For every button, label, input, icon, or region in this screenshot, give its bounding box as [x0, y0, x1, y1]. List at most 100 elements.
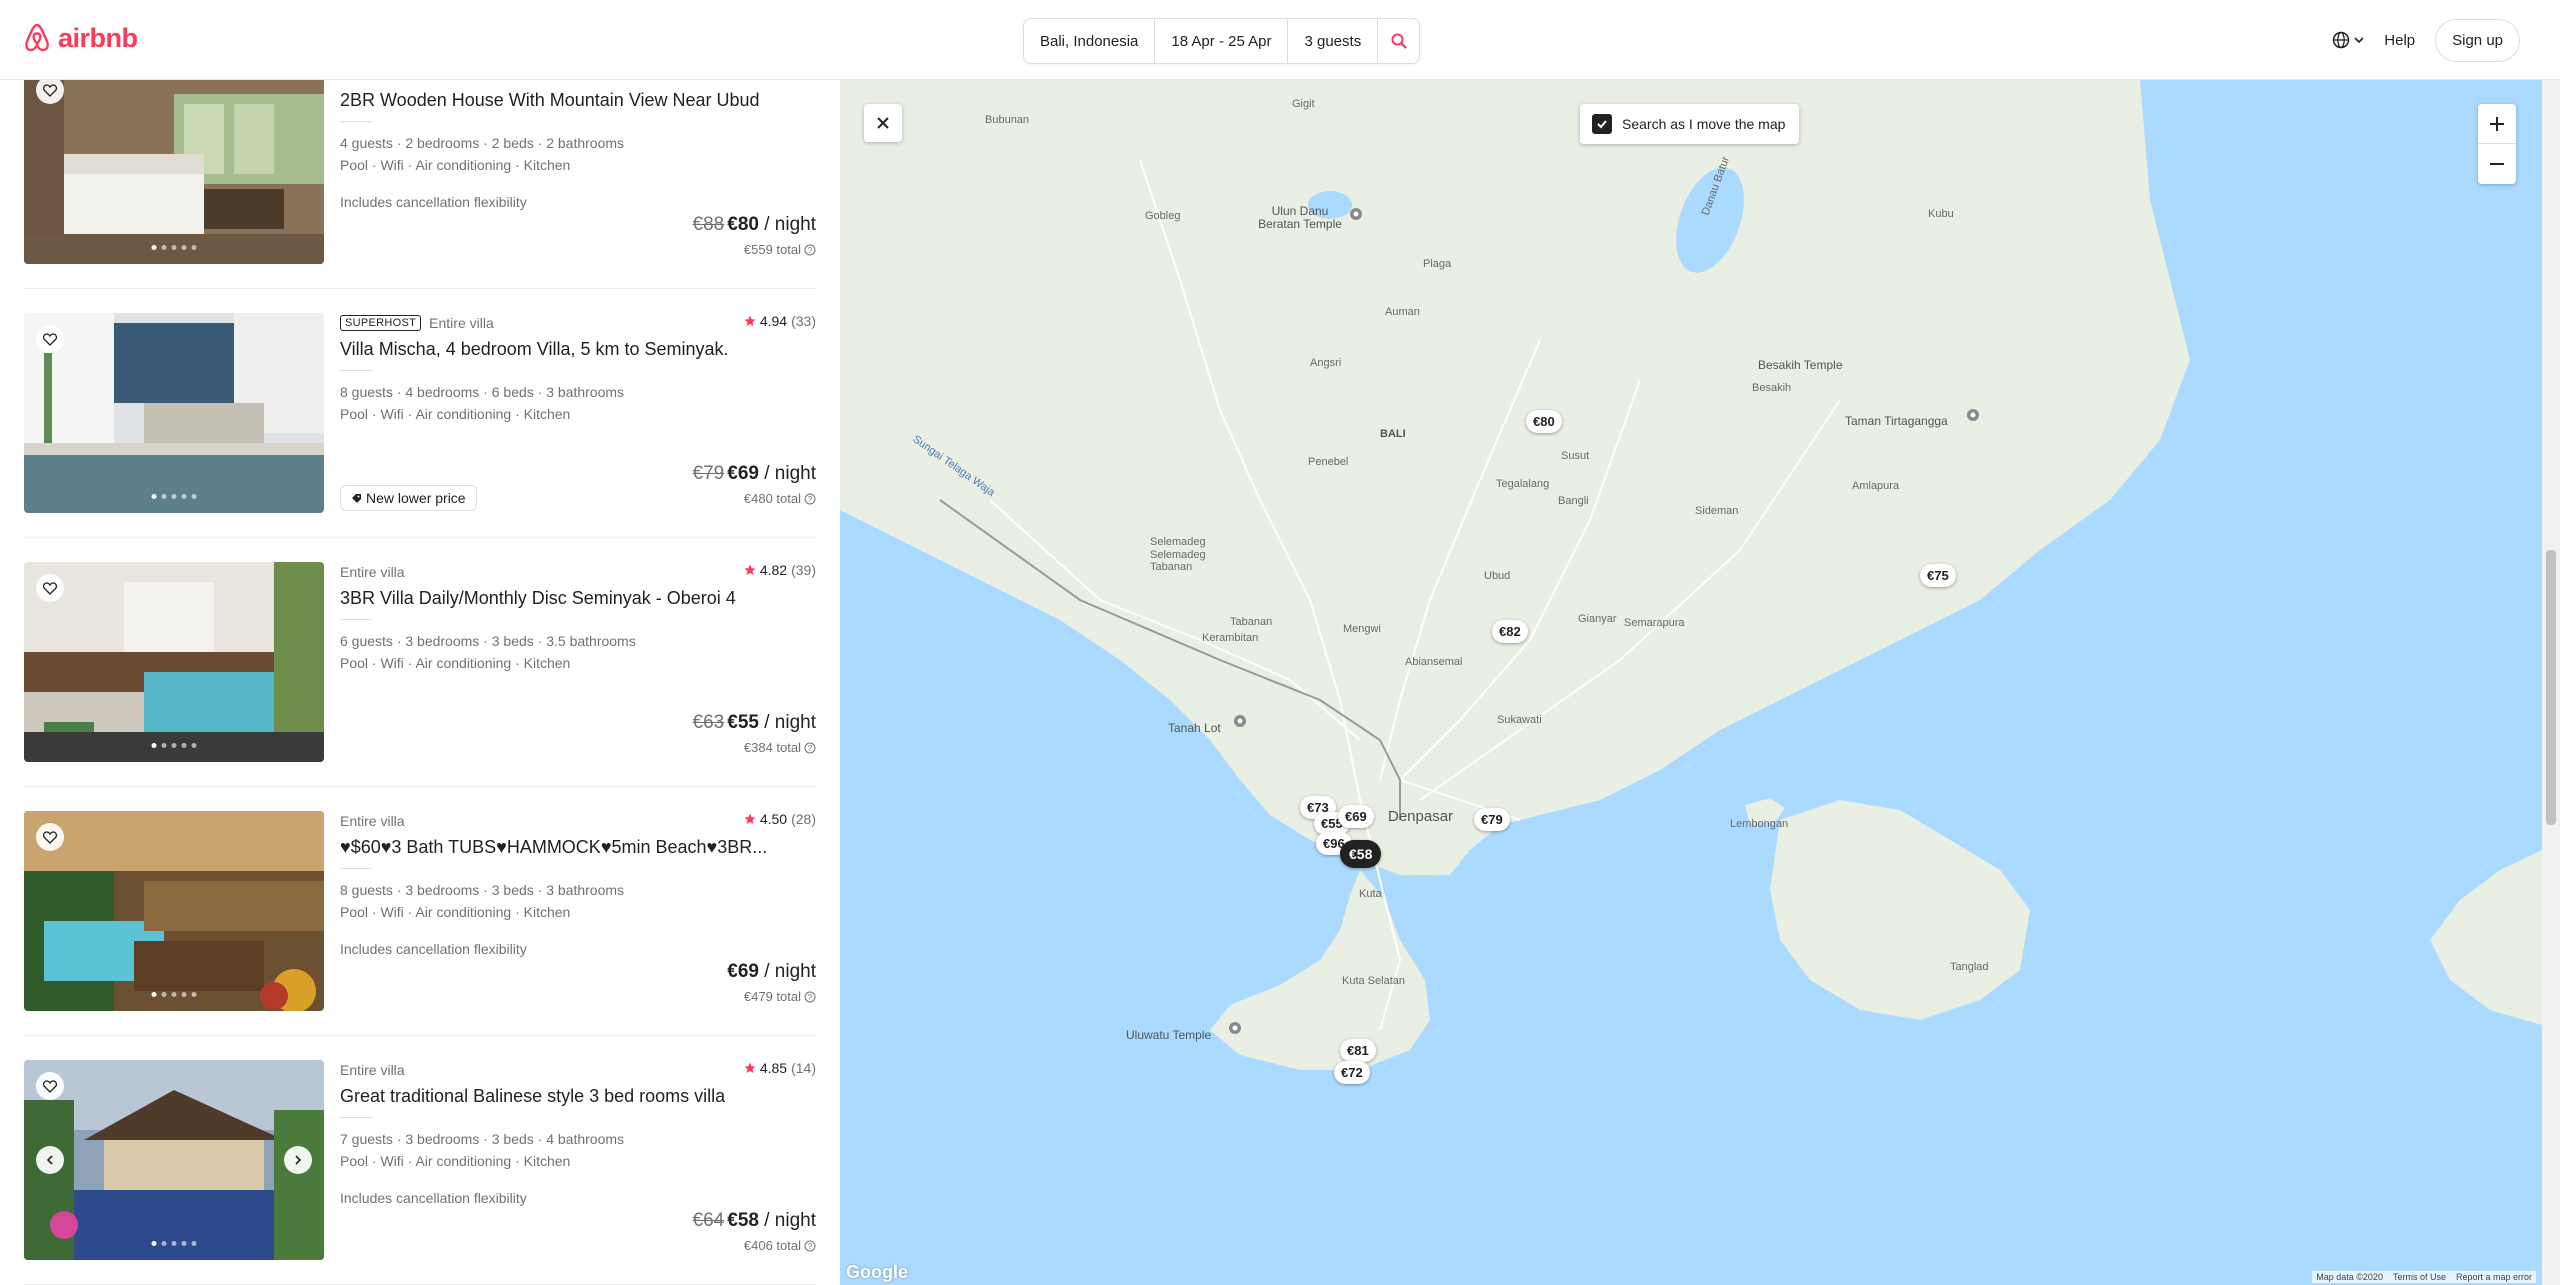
- listing-title[interactable]: ♥$60♥3 Bath TUBS♥HAMMOCK♥5min Beach♥3BR.…: [340, 837, 816, 858]
- report-map-error-link[interactable]: Report a map error: [2456, 1272, 2532, 1282]
- listing-rating: 4.85 (14): [744, 1060, 816, 1076]
- listing-details: 7 guests · 3 bedrooms · 3 beds · 4 bathr…: [340, 1128, 816, 1172]
- map-place-label: Susut: [1561, 450, 1590, 462]
- listing-photo[interactable]: [24, 562, 324, 762]
- total-price[interactable]: €384 total?: [744, 740, 816, 755]
- chevron-right-icon: [295, 1155, 302, 1165]
- map-footer: Map data ©2020 Terms of Use Report a map…: [2312, 1271, 2536, 1283]
- airbnb-logo-icon: [25, 23, 49, 52]
- search-guests[interactable]: 3 guests: [1288, 19, 1379, 63]
- search-button[interactable]: [1378, 19, 1419, 63]
- listing-card[interactable]: Entire villa 4.82 (39) 3BR Villa Daily/M…: [24, 562, 816, 762]
- price-pin[interactable]: €81: [1340, 1039, 1376, 1062]
- map-place-label: Bangli: [1558, 495, 1589, 507]
- listing-title[interactable]: Great traditional Balinese style 3 bed r…: [340, 1086, 816, 1107]
- price-pin-selected[interactable]: €58: [1340, 840, 1382, 868]
- listing-divider: [24, 288, 816, 289]
- total-price[interactable]: €480 total?: [744, 491, 816, 506]
- listing-details: 8 guests · 3 bedrooms · 3 beds · 3 bathr…: [340, 879, 816, 923]
- top-header: airbnb Bali, Indonesia 18 Apr - 25 Apr 3…: [0, 0, 2560, 80]
- map-place-label: Selemadeg Tabanan: [1150, 549, 1206, 573]
- map-place-label: Tegalalang: [1496, 478, 1550, 490]
- price-pin[interactable]: €82: [1492, 620, 1528, 643]
- next-photo-button[interactable]: [284, 1146, 312, 1174]
- language-selector[interactable]: [2332, 31, 2364, 49]
- zoom-out-button[interactable]: [2478, 144, 2516, 184]
- map-place-label: Ubud: [1484, 570, 1511, 582]
- scrollbar-thumb[interactable]: [2546, 550, 2556, 825]
- map-place-label: Sideman: [1695, 505, 1739, 517]
- logo-text: airbnb: [58, 22, 138, 53]
- photo-pager-dots: [151, 494, 197, 499]
- search-as-map-moves-toggle[interactable]: Search as I move the map: [1580, 104, 1800, 144]
- close-map-button[interactable]: [864, 104, 902, 142]
- listing-capacity: 8 guests · 4 bedrooms · 6 beds · 3 bathr…: [340, 384, 625, 400]
- total-price[interactable]: €406 total?: [744, 1238, 816, 1253]
- listing-photo[interactable]: [24, 80, 324, 264]
- divider: [340, 121, 372, 122]
- listing-type: Entire villa: [340, 564, 405, 580]
- info-icon: ?: [804, 991, 816, 1002]
- price-pin[interactable]: €69: [1338, 805, 1374, 828]
- airbnb-logo[interactable]: airbnb: [22, 22, 138, 54]
- favorite-heart-button[interactable]: [36, 325, 64, 353]
- map-place-label: Kuta: [1359, 888, 1382, 900]
- listing-photo[interactable]: [24, 811, 324, 1011]
- listing-title[interactable]: Villa Mischa, 4 bedroom Villa, 5 km to S…: [340, 339, 816, 360]
- listing-card[interactable]: 2BR Wooden House With Mountain View Near…: [24, 80, 816, 264]
- zoom-in-button[interactable]: [2478, 104, 2516, 144]
- cancellation-note: Includes cancellation flexibility: [340, 194, 527, 210]
- previous-photo-button[interactable]: [36, 1146, 64, 1174]
- map-place-label: Sukawati: [1497, 714, 1542, 726]
- listing-photo[interactable]: [24, 313, 324, 513]
- listing-title[interactable]: 3BR Villa Daily/Monthly Disc Seminyak - …: [340, 588, 816, 609]
- total-price-text: €479 total: [743, 989, 801, 1004]
- listing-card[interactable]: SUPERHOST Entire villa 4.94 (33) Villa M…: [24, 313, 816, 513]
- photo-pager-dots: [151, 992, 197, 997]
- map-place-label: Auman: [1385, 306, 1420, 318]
- map-data-credit: Map data ©2020: [2316, 1272, 2383, 1282]
- listing-image: [24, 1060, 324, 1260]
- favorite-heart-button[interactable]: [36, 1072, 64, 1100]
- listing-info: Entire villa 4.82 (39) 3BR Villa Daily/M…: [340, 562, 816, 762]
- total-price[interactable]: €479 total?: [744, 989, 816, 1004]
- signup-button[interactable]: Sign up: [2435, 18, 2520, 62]
- search-location[interactable]: Bali, Indonesia: [1024, 19, 1156, 63]
- listing-image: [24, 811, 324, 1011]
- heart-icon: [43, 830, 57, 844]
- current-price: €80: [727, 214, 759, 235]
- review-count: (33): [791, 313, 816, 329]
- listing-meta: [340, 80, 816, 84]
- search-dates[interactable]: 18 Apr - 25 Apr: [1155, 19, 1289, 63]
- favorite-heart-button[interactable]: [36, 574, 64, 602]
- star-icon: [744, 1062, 756, 1073]
- price-pin[interactable]: €75: [1920, 564, 1956, 587]
- heart-icon: [43, 83, 57, 97]
- listing-photo[interactable]: [24, 1060, 324, 1260]
- map-panel[interactable]: Gigit Bubunan Ulun Danu Beratan Temple G…: [840, 80, 2542, 1285]
- price-pin[interactable]: €80: [1526, 410, 1562, 433]
- checkbox[interactable]: [1592, 114, 1612, 134]
- listing-amenities: Pool · Wifi · Air conditioning · Kitchen: [340, 904, 571, 920]
- terms-of-use-link[interactable]: Terms of Use: [2393, 1272, 2446, 1282]
- listing-amenities: Pool · Wifi · Air conditioning · Kitchen: [340, 157, 571, 173]
- price-pin[interactable]: €72: [1334, 1061, 1370, 1084]
- total-price-text: €406 total: [743, 1238, 801, 1253]
- divider: [340, 868, 372, 869]
- old-price: €79: [692, 463, 725, 484]
- help-link[interactable]: Help: [2384, 32, 2415, 49]
- listing-title[interactable]: 2BR Wooden House With Mountain View Near…: [340, 90, 816, 111]
- listing-card[interactable]: Entire villa 4.85 (14) Great traditional…: [24, 1060, 816, 1260]
- listing-card[interactable]: Entire villa 4.50 (28) ♥$60♥3 Bath TUBS♥…: [24, 811, 816, 1011]
- map-place-label: Tanah Lot: [1168, 721, 1221, 735]
- listing-details: 6 guests · 3 bedrooms · 3 beds · 3.5 bat…: [340, 630, 816, 674]
- map-place-label: Angsri: [1310, 357, 1342, 369]
- price-pin[interactable]: €79: [1474, 808, 1510, 831]
- search-bar[interactable]: Bali, Indonesia 18 Apr - 25 Apr 3 guests: [1023, 18, 1420, 64]
- total-price[interactable]: €559 total?: [744, 242, 816, 257]
- favorite-heart-button[interactable]: [36, 823, 64, 851]
- map-place-label: Tabanan: [1230, 616, 1273, 628]
- garden-pin-icon: [1967, 409, 1979, 421]
- map-place-label: Denpasar: [1388, 808, 1454, 825]
- page-scrollbar[interactable]: [2542, 80, 2560, 1285]
